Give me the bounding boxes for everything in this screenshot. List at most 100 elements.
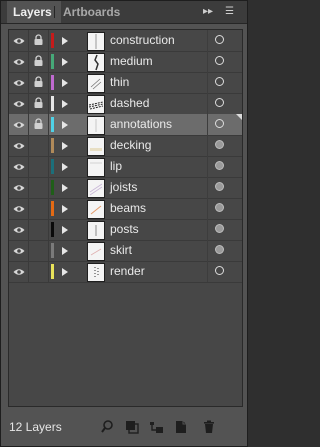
layer-row[interactable]: decking	[9, 135, 242, 157]
lock-toggle[interactable]	[29, 30, 49, 51]
layer-color-swatch	[51, 159, 54, 174]
layer-row[interactable]: lip	[9, 156, 242, 178]
expand-triangle-icon[interactable]	[62, 163, 68, 171]
layer-name[interactable]: decking	[110, 135, 151, 156]
eye-icon[interactable]	[13, 78, 25, 90]
lock-icon[interactable]	[34, 97, 43, 112]
expand-triangle-icon[interactable]	[62, 205, 68, 213]
panel-menu-icon[interactable]: ☰	[225, 5, 234, 19]
expand-triangle-icon[interactable]	[62, 226, 68, 234]
expand-triangle-icon[interactable]	[62, 100, 68, 108]
trash-icon[interactable]	[201, 419, 217, 435]
layer-name[interactable]: construction	[110, 30, 175, 51]
eye-icon[interactable]	[13, 204, 25, 216]
clipping-mask-icon[interactable]	[124, 419, 140, 435]
lock-toggle[interactable]	[29, 51, 49, 72]
layer-row[interactable]: thin	[9, 72, 242, 94]
layer-row[interactable]: beams	[9, 198, 242, 220]
eye-icon[interactable]	[13, 162, 25, 174]
layer-name[interactable]: skirt	[110, 240, 132, 261]
target-circle-icon[interactable]	[215, 35, 224, 44]
lock-toggle[interactable]	[29, 261, 49, 282]
target-circle-icon[interactable]	[215, 140, 224, 149]
expand-triangle-icon[interactable]	[62, 142, 68, 150]
eye-icon[interactable]	[13, 183, 25, 195]
expand-triangle-icon[interactable]	[62, 247, 68, 255]
eye-icon[interactable]	[13, 57, 25, 69]
layer-name[interactable]: render	[110, 261, 145, 282]
lock-toggle[interactable]	[29, 72, 49, 93]
lock-icon[interactable]	[34, 34, 43, 49]
target-circle-icon[interactable]	[215, 266, 224, 275]
lock-toggle[interactable]	[29, 240, 49, 261]
target-circle-icon[interactable]	[215, 224, 224, 233]
layer-row[interactable]: construction	[9, 30, 242, 52]
lock-icon[interactable]	[34, 55, 43, 70]
visibility-toggle[interactable]	[9, 240, 29, 261]
target-circle-icon[interactable]	[215, 98, 224, 107]
eye-icon[interactable]	[13, 267, 25, 279]
eye-icon[interactable]	[13, 246, 25, 258]
lock-toggle[interactable]	[29, 156, 49, 177]
layer-name[interactable]: annotations	[110, 114, 172, 135]
tab-artboards[interactable]: Artboards	[57, 1, 126, 23]
lock-toggle[interactable]	[29, 93, 49, 114]
eye-icon[interactable]	[13, 141, 25, 153]
create-sublayer-icon[interactable]	[149, 419, 165, 435]
target-circle-icon[interactable]	[215, 245, 224, 254]
visibility-toggle[interactable]	[9, 72, 29, 93]
target-circle-icon[interactable]	[215, 77, 224, 86]
expand-triangle-icon[interactable]	[62, 79, 68, 87]
collapse-panel-icon[interactable]: ▸▸	[203, 5, 213, 19]
lock-icon[interactable]	[34, 76, 43, 91]
layer-row[interactable]: medium	[9, 51, 242, 73]
lock-toggle[interactable]	[29, 114, 49, 135]
layer-name[interactable]: dashed	[110, 93, 149, 114]
lock-toggle[interactable]	[29, 219, 49, 240]
visibility-toggle[interactable]	[9, 177, 29, 198]
eye-icon[interactable]	[13, 120, 25, 132]
target-circle-icon[interactable]	[215, 203, 224, 212]
layer-row[interactable]: annotations	[9, 114, 242, 136]
lock-toggle[interactable]	[29, 198, 49, 219]
layer-name[interactable]: beams	[110, 198, 146, 219]
visibility-toggle[interactable]	[9, 198, 29, 219]
create-new-layer-icon[interactable]	[173, 419, 189, 435]
eye-icon[interactable]	[13, 99, 25, 111]
visibility-toggle[interactable]	[9, 51, 29, 72]
layer-row[interactable]: posts	[9, 219, 242, 241]
expand-triangle-icon[interactable]	[62, 184, 68, 192]
target-circle-icon[interactable]	[215, 119, 224, 128]
layer-name[interactable]: joists	[110, 177, 137, 198]
expand-triangle-icon[interactable]	[62, 58, 68, 66]
eye-icon[interactable]	[13, 36, 25, 48]
visibility-toggle[interactable]	[9, 114, 29, 135]
layer-row[interactable]: render	[9, 261, 242, 283]
row-divider	[207, 72, 208, 93]
lock-icon[interactable]	[34, 118, 43, 133]
layer-row[interactable]: dashed	[9, 93, 242, 115]
visibility-toggle[interactable]	[9, 93, 29, 114]
expand-triangle-icon[interactable]	[62, 268, 68, 276]
target-circle-icon[interactable]	[215, 182, 224, 191]
eye-icon[interactable]	[13, 225, 25, 237]
target-circle-icon[interactable]	[215, 56, 224, 65]
visibility-toggle[interactable]	[9, 219, 29, 240]
expand-triangle-icon[interactable]	[62, 37, 68, 45]
expand-triangle-icon[interactable]	[62, 121, 68, 129]
layer-name[interactable]: medium	[110, 51, 153, 72]
visibility-toggle[interactable]	[9, 135, 29, 156]
target-circle-icon[interactable]	[215, 161, 224, 170]
lock-toggle[interactable]	[29, 177, 49, 198]
tab-layers[interactable]: Layers	[7, 1, 61, 23]
layer-name[interactable]: thin	[110, 72, 129, 93]
layer-row[interactable]: skirt	[9, 240, 242, 262]
visibility-toggle[interactable]	[9, 261, 29, 282]
lock-toggle[interactable]	[29, 135, 49, 156]
layer-name[interactable]: posts	[110, 219, 139, 240]
visibility-toggle[interactable]	[9, 30, 29, 51]
layer-name[interactable]: lip	[110, 156, 122, 177]
layer-row[interactable]: joists	[9, 177, 242, 199]
visibility-toggle[interactable]	[9, 156, 29, 177]
locate-object-icon[interactable]	[101, 419, 117, 435]
